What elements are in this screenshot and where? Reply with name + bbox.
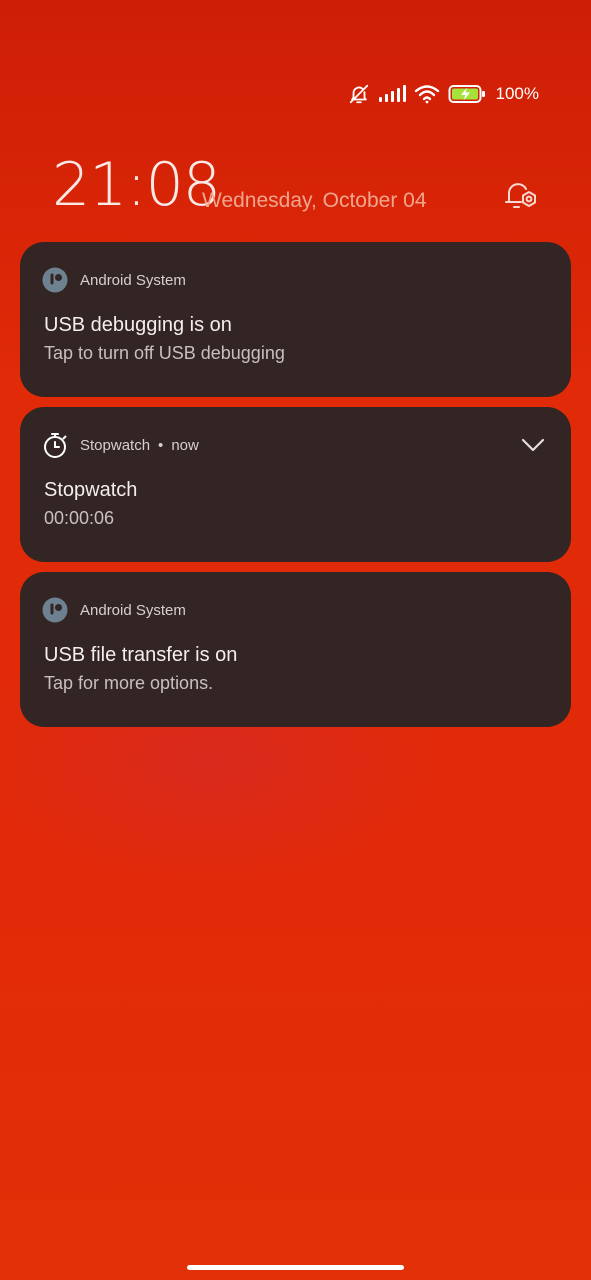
notification-body: Tap to turn off USB debugging [44, 343, 285, 363]
notification-header: Android System [42, 266, 186, 294]
notification-body: 00:00:06 [44, 508, 115, 528]
notification-title: USB debugging is on [44, 314, 232, 336]
notification-usb-debugging[interactable]: Android System USB debugging is on Tap t… [20, 242, 571, 397]
wifi-icon [414, 84, 440, 104]
notification-header: Android System [42, 596, 186, 624]
battery-percent: 100% [495, 84, 539, 103]
notification-title: Stopwatch [44, 479, 138, 501]
bell-off-icon [348, 83, 370, 105]
notification-body: Tap for more options. [44, 673, 214, 693]
notification-usb-file-transfer[interactable]: Android System USB file transfer is on T… [20, 572, 571, 727]
status-bar: 100% [348, 80, 539, 108]
clock-time: 21:08 [52, 150, 221, 220]
notification-settings-icon[interactable] [501, 175, 541, 215]
header-separator: • [158, 436, 164, 454]
notification-app-name: Android System [80, 601, 186, 619]
notification-app-name: Stopwatch [80, 436, 151, 454]
notification-app-name: Android System [80, 271, 186, 289]
signal-icon [378, 85, 406, 103]
notification-title: USB file transfer is on [44, 644, 238, 666]
battery-charging-icon [448, 84, 486, 104]
clock-date: Wednesday, October 04 [202, 189, 427, 212]
lockscreen-clock-row: 21:08 Wednesday, October 04 [52, 150, 541, 220]
notification-stopwatch[interactable]: Stopwatch • now Stopwatch 00:00:06 [20, 407, 571, 562]
notification-time: now [171, 436, 199, 454]
android-system-icon [42, 267, 68, 293]
chevron-down-icon[interactable] [515, 431, 551, 459]
home-indicator[interactable] [187, 1265, 404, 1270]
android-system-icon [42, 597, 68, 623]
notification-header: Stopwatch • now [42, 431, 199, 459]
stopwatch-icon [42, 432, 68, 458]
